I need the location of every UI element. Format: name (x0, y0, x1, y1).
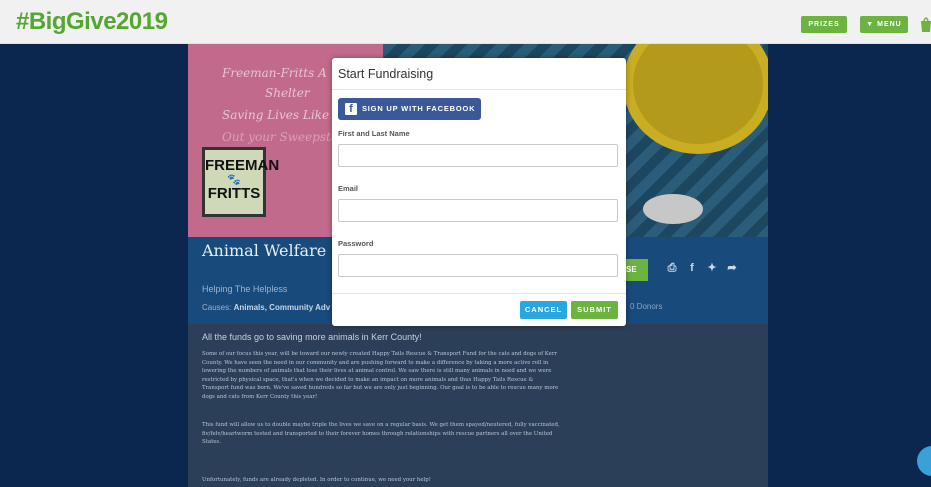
causes-prefix: Causes: (202, 303, 232, 312)
email-label: Email (338, 184, 359, 193)
campaign-tagline: Helping The Helpless (202, 284, 288, 294)
logo-line2: FRITTS (207, 185, 261, 202)
start-fundraising-modal: Start Fundraising f SIGN UP WITH FACEBOO… (332, 58, 626, 326)
password-field[interactable] (338, 254, 618, 277)
top-bar: #BigGive2019 PRIZES ▼ MENU (0, 0, 931, 44)
modal-divider (332, 89, 626, 90)
facebook-signup-button[interactable]: f SIGN UP WITH FACEBOOK (338, 98, 481, 120)
modal-divider (332, 293, 626, 294)
print-icon[interactable]: ⎙ (666, 262, 678, 274)
logo-line1: FREEMAN (205, 157, 280, 174)
email-field[interactable] (338, 199, 618, 222)
facebook-signup-label: SIGN UP WITH FACEBOOK (362, 104, 476, 113)
campaign-causes: Causes: Animals, Community Adv (202, 303, 330, 312)
story-paragraph: Some of our focus this year, will be tow… (202, 351, 559, 400)
hero-script-line: Saving Lives Like (222, 108, 330, 122)
story-headline: All the funds go to saving more animals … (202, 332, 422, 342)
brand-logo[interactable]: #BigGive2019 (16, 8, 168, 36)
share-arrow-icon[interactable]: ➦ (726, 262, 738, 274)
causes-value[interactable]: Animals, Community Adv (234, 303, 331, 312)
story-paragraph: Unfortunately, funds are already deplete… (202, 477, 431, 483)
password-label: Password (338, 239, 374, 248)
story-paragraph: This fund will allow us to double maybe … (202, 422, 560, 446)
hero-toy (643, 194, 703, 224)
prizes-button[interactable]: PRIZES (801, 16, 847, 33)
twitter-icon[interactable]: ✦ (706, 262, 718, 274)
hero-script-line: Freeman-Fritts A (222, 66, 327, 80)
name-field[interactable] (338, 144, 618, 167)
submit-button[interactable]: SUBMIT (571, 301, 618, 319)
menu-button[interactable]: ▼ MENU (860, 16, 908, 33)
share-icons: ⎙ f ✦ ➦ (666, 262, 738, 278)
donors-count: 0 Donors (630, 302, 663, 311)
modal-title: Start Fundraising (338, 67, 434, 81)
cart-icon[interactable] (920, 14, 931, 34)
facebook-icon[interactable]: f (686, 262, 698, 274)
cancel-button[interactable]: CANCEL (520, 301, 567, 319)
name-label: First and Last Name (338, 129, 410, 138)
campaign-story: All the funds go to saving more animals … (188, 324, 768, 487)
hero-script-line: Shelter (265, 86, 310, 100)
facebook-icon: f (345, 103, 357, 115)
org-logo: FREEMAN 🐾 FRITTS (202, 147, 280, 217)
